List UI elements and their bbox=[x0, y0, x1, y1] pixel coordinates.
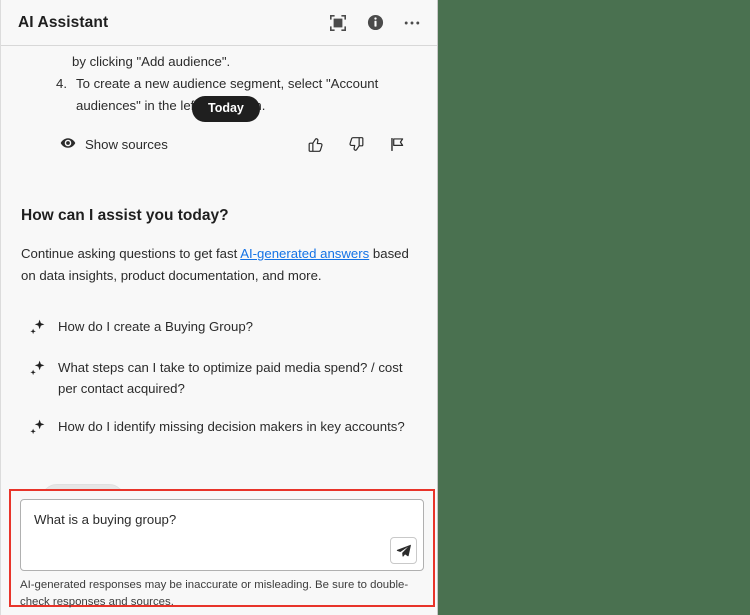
answer-continued-line: by clicking "Add audience". bbox=[72, 54, 231, 69]
send-icon[interactable] bbox=[390, 537, 417, 564]
eye-icon bbox=[60, 135, 76, 154]
feedback-group bbox=[305, 134, 407, 154]
show-sources-label: Show sources bbox=[85, 136, 168, 152]
date-divider-badge: Today bbox=[192, 96, 260, 122]
assist-subtext: Continue asking questions to get fast AI… bbox=[21, 243, 417, 286]
suggestion-list: How do I create a Buying Group? What ste… bbox=[21, 317, 417, 441]
assist-block: How can I assist you today? Continue ask… bbox=[1, 206, 437, 516]
assist-subtext-before: Continue asking questions to get fast bbox=[21, 246, 241, 262]
header-actions bbox=[327, 12, 423, 34]
ai-sparkle-icon bbox=[28, 358, 46, 382]
composer-box[interactable] bbox=[20, 499, 424, 571]
flag-icon[interactable] bbox=[387, 134, 407, 154]
list-item[interactable]: How do I create a Buying Group? bbox=[28, 317, 417, 341]
list-item[interactable]: What steps can I take to optimize paid m… bbox=[28, 358, 417, 400]
suggestion-text: What steps can I take to optimize paid m… bbox=[58, 360, 403, 396]
composer-disclaimer: AI-generated responses may be inaccurate… bbox=[20, 579, 409, 608]
ai-generated-answers-link[interactable]: AI-generated answers bbox=[240, 246, 369, 261]
info-icon[interactable] bbox=[364, 12, 386, 34]
list-item[interactable]: How do I identify missing decision maker… bbox=[28, 417, 417, 441]
thumbs-down-icon[interactable] bbox=[346, 134, 366, 154]
ai-sparkle-icon bbox=[28, 317, 46, 341]
show-sources-button[interactable]: Show sources bbox=[60, 135, 168, 154]
list-item-number: 4. bbox=[56, 76, 67, 92]
page-title: AI Assistant bbox=[18, 13, 109, 31]
assist-heading: How can I assist you today? bbox=[21, 207, 229, 225]
thumbs-up-icon[interactable] bbox=[305, 134, 325, 154]
ai-assistant-panel: AI Assistant Today by clicking "Add audi… bbox=[0, 0, 438, 615]
answer-actions-row: Show sources bbox=[1, 116, 437, 154]
search-input[interactable] bbox=[34, 510, 410, 530]
suggestion-text: How do I identify missing decision maker… bbox=[58, 418, 405, 434]
composer-highlight-region: AI-generated responses may be inaccurate… bbox=[9, 489, 435, 608]
suggestion-text: How do I create a Buying Group? bbox=[58, 319, 253, 335]
panel-header: AI Assistant bbox=[1, 0, 437, 46]
maximize-icon[interactable] bbox=[327, 12, 349, 34]
more-icon[interactable] bbox=[401, 12, 423, 34]
ai-sparkle-icon bbox=[28, 417, 46, 441]
